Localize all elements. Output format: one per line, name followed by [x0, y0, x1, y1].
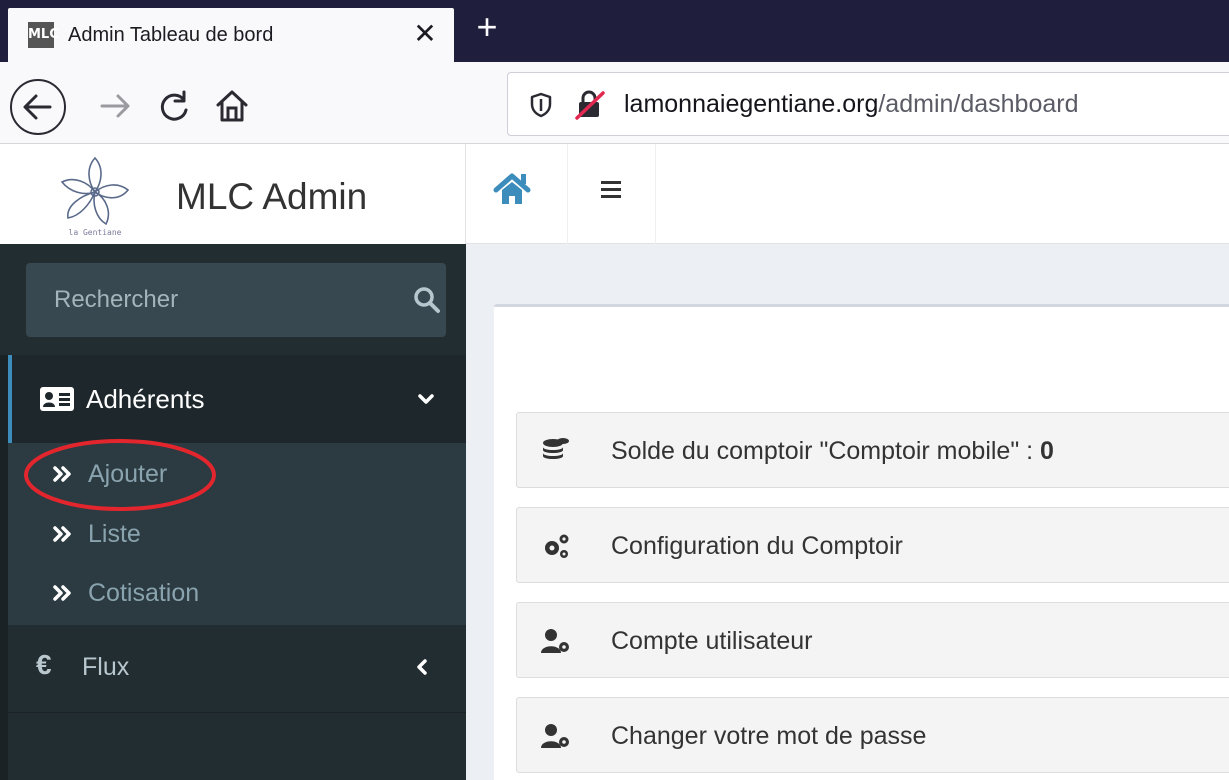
new-tab-button[interactable]: +: [470, 9, 504, 46]
id-card-icon: [40, 387, 74, 411]
sidebar-item-flux[interactable]: € Flux: [8, 625, 466, 713]
solde-text: Solde du comptoir "Comptoir mobile" :: [611, 437, 1041, 465]
chevron-left-icon: [417, 659, 427, 675]
gentiane-logo: la Gentiane: [60, 156, 130, 237]
forward-arrow-icon: [100, 94, 130, 118]
favicon-icon: MLC: [28, 22, 59, 48]
reload-icon: [160, 90, 188, 121]
list-item-configuration[interactable]: Configuration du Comptoir: [516, 507, 1229, 583]
close-tab-button[interactable]: ✕: [410, 18, 440, 50]
user-cog-icon: [541, 724, 569, 748]
user-cog-icon: [541, 629, 569, 653]
sidebar-search: [26, 263, 446, 337]
sidebar-subitem-label: Liste: [88, 520, 141, 548]
solde-value: 0: [1040, 437, 1054, 465]
sidebar-toggle-button[interactable]: [568, 144, 656, 244]
dashboard-panel: Solde du comptoir "Comptoir mobile" : 0 …: [494, 304, 1229, 780]
list-item-label: Configuration du Comptoir: [611, 532, 903, 560]
shield-icon[interactable]: [530, 92, 552, 118]
list-item-solde[interactable]: Solde du comptoir "Comptoir mobile" : 0: [516, 412, 1229, 488]
sidebar-item-label: Adhérents: [86, 384, 205, 414]
sidebar-item-label: Flux: [82, 653, 130, 681]
sidebar-subitem-label: Cotisation: [88, 579, 200, 607]
double-chevron-right-icon: [53, 526, 71, 542]
back-button[interactable]: [10, 79, 66, 135]
euro-icon: €: [36, 649, 52, 680]
list-item-compte-utilisateur[interactable]: Compte utilisateur: [516, 602, 1229, 678]
back-arrow-icon: [23, 94, 52, 120]
annotation-ellipse: [24, 439, 216, 511]
address-bar[interactable]: lamonnaiegentiane.org/admin/dashboard: [507, 72, 1229, 136]
tab-title: Admin Tableau de bord: [68, 24, 274, 46]
url-path: /admin/dashboard: [878, 90, 1079, 118]
home-outline-icon: [216, 90, 248, 122]
double-chevron-right-icon: [53, 585, 71, 601]
app-logo-area[interactable]: la Gentiane MLC Admin: [0, 144, 466, 244]
brand-title: MLC Admin: [176, 176, 368, 217]
sidebar-subitem-liste[interactable]: Liste: [8, 505, 466, 565]
hamburger-menu-icon: [601, 181, 621, 198]
browser-tab-strip: MLC Admin Tableau de bord ✕ +: [0, 0, 1229, 62]
home-icon: [493, 173, 531, 204]
list-item-label: Compte utilisateur: [611, 627, 813, 655]
list-item-label: Changer votre mot de passe: [611, 722, 927, 750]
search-input[interactable]: [26, 263, 386, 337]
dashboard-home-button[interactable]: [466, 144, 568, 244]
browser-tab[interactable]: MLC Admin Tableau de bord ✕: [8, 8, 454, 62]
reload-button[interactable]: [154, 86, 194, 126]
sidebar-item-adherents[interactable]: Adhérents: [8, 355, 466, 443]
browser-home-button[interactable]: [212, 86, 252, 126]
search-icon[interactable]: [412, 285, 442, 315]
sidebar-subitem-cotisation[interactable]: Cotisation: [8, 564, 466, 624]
insecure-lock-icon[interactable]: [574, 90, 608, 120]
app-header: [466, 144, 1229, 244]
sidebar-edge: [0, 355, 8, 780]
url-text[interactable]: lamonnaiegentiane.org/admin/dashboard: [624, 88, 1079, 120]
url-domain: lamonnaiegentiane.org: [624, 90, 879, 118]
coins-icon: [543, 438, 569, 459]
chevron-down-icon: [418, 394, 434, 404]
list-item-changer-mot-de-passe[interactable]: Changer votre mot de passe: [516, 697, 1229, 773]
list-item-label: Solde du comptoir "Comptoir mobile" : 0: [611, 435, 1054, 467]
browser-navbar: lamonnaiegentiane.org/admin/dashboard: [0, 62, 1229, 144]
logo-caption: la Gentiane: [69, 228, 122, 237]
forward-button[interactable]: [96, 86, 136, 126]
cogs-icon: [545, 534, 569, 558]
